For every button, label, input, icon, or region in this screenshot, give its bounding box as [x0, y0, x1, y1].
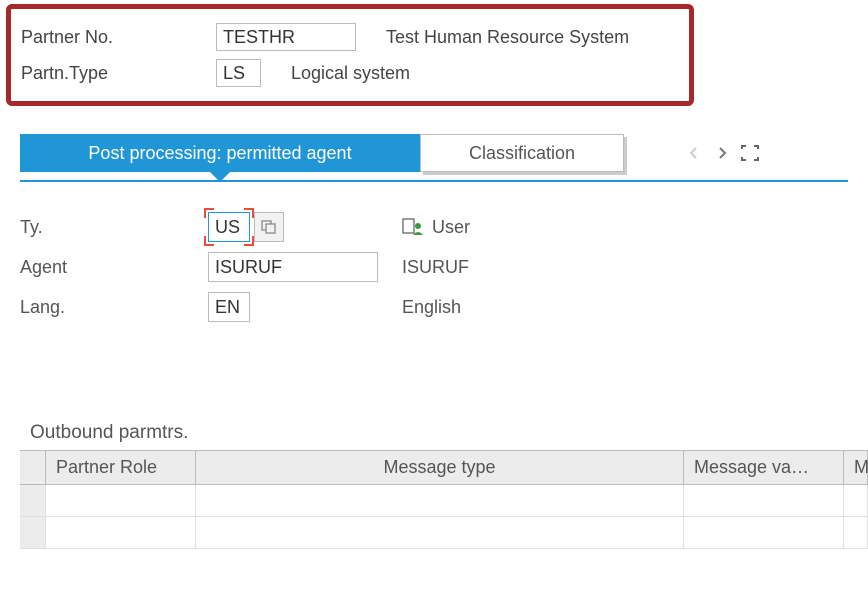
tab-classification[interactable]: Classification: [420, 134, 624, 172]
chevron-left-icon[interactable]: [684, 143, 704, 163]
user-icon: [402, 217, 424, 237]
table-row[interactable]: [20, 517, 868, 549]
table-header-selector[interactable]: [20, 451, 46, 484]
agent-input[interactable]: [208, 252, 378, 282]
cell-partner-role[interactable]: [46, 517, 196, 548]
agent-label: Agent: [20, 257, 208, 278]
partn-type-desc: Logical system: [291, 63, 410, 84]
table-header-partner-role[interactable]: Partner Role: [46, 451, 196, 484]
chevron-right-icon[interactable]: [712, 143, 732, 163]
partner-no-label: Partner No.: [21, 27, 216, 48]
lang-desc: English: [402, 297, 461, 318]
row-selector[interactable]: [20, 485, 46, 516]
tab-post-processing[interactable]: Post processing: permitted agent: [20, 134, 420, 172]
cell-m[interactable]: [844, 485, 868, 516]
row-selector[interactable]: [20, 517, 46, 548]
tab-classification-label: Classification: [469, 143, 575, 164]
expand-icon[interactable]: [740, 143, 760, 163]
lang-row: Lang. English: [20, 292, 848, 322]
lang-label: Lang.: [20, 297, 208, 318]
partner-no-input[interactable]: [216, 23, 356, 51]
lang-input[interactable]: [208, 292, 250, 322]
agent-desc: ISURUF: [402, 257, 469, 278]
tab-nav-icons: [684, 143, 760, 163]
ty-f4-highlight: [208, 212, 250, 242]
form-area: Ty. User Agen: [20, 212, 848, 322]
table-header-message-va[interactable]: Message va…: [684, 451, 844, 484]
ty-row: Ty. User: [20, 212, 848, 242]
partn-type-row: Partn.Type Logical system: [21, 59, 679, 87]
partner-no-row: Partner No. Test Human Resource System: [21, 23, 679, 51]
ty-f4-button[interactable]: [254, 212, 284, 242]
tabs-row: Post processing: permitted agent Classif…: [20, 134, 868, 172]
outbound-table: Partner Role Message type Message va… M: [20, 450, 868, 549]
ty-desc-wrap: User: [402, 217, 470, 238]
cell-message-type[interactable]: [196, 485, 684, 516]
table-header-message-type[interactable]: Message type: [196, 451, 684, 484]
partner-header-box: Partner No. Test Human Resource System P…: [6, 4, 694, 106]
table-header: Partner Role Message type Message va… M: [20, 450, 868, 485]
tab-underline: [20, 180, 848, 182]
cell-m[interactable]: [844, 517, 868, 548]
ty-label: Ty.: [20, 217, 208, 238]
ty-desc: User: [432, 217, 470, 238]
tab-post-processing-label: Post processing: permitted agent: [88, 143, 351, 164]
agent-row: Agent ISURUF: [20, 252, 848, 282]
partner-no-desc: Test Human Resource System: [386, 27, 629, 48]
table-row[interactable]: [20, 485, 868, 517]
cell-partner-role[interactable]: [46, 485, 196, 516]
cell-message-va[interactable]: [684, 517, 844, 548]
partn-type-input[interactable]: [216, 59, 261, 87]
tab-active-pointer-icon: [210, 172, 230, 182]
cell-message-type[interactable]: [196, 517, 684, 548]
cell-message-va[interactable]: [684, 485, 844, 516]
partn-type-label: Partn.Type: [21, 63, 216, 84]
table-header-m[interactable]: M: [844, 451, 868, 484]
f4-help-icon: [261, 220, 277, 234]
outbound-section-title: Outbound parmtrs.: [30, 422, 868, 444]
